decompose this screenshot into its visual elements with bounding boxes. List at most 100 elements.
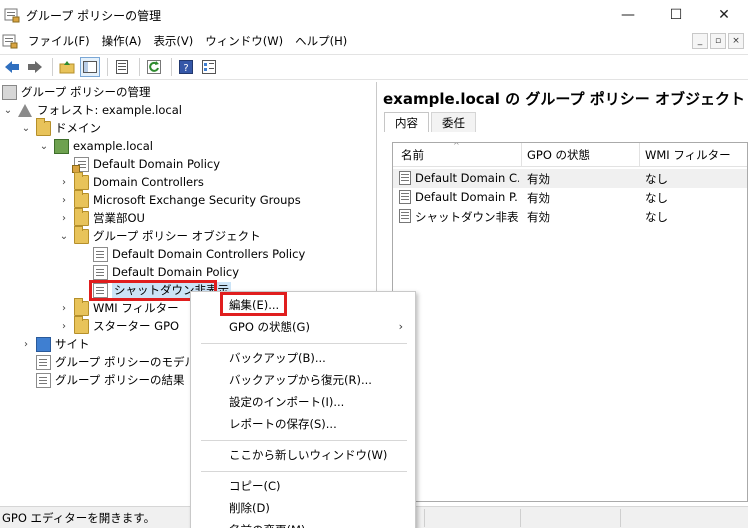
status-divider [424,509,425,527]
menu-separator [201,440,407,441]
tree-label: グループ ポリシーの管理 [21,85,151,99]
menu-file[interactable]: ファイル(F) [22,30,96,52]
svg-text:?: ? [183,63,188,74]
gpo-icon [93,246,108,262]
details-tabs: 内容 委任 [384,112,478,132]
mdi-close-button[interactable]: × [728,33,744,49]
menu-item-import[interactable]: 設定のインポート(I)... [191,391,417,413]
maximize-button[interactable]: ☐ [652,0,700,30]
menu-item-restore[interactable]: バックアップから復元(R)... [191,369,417,391]
mdi-restore-button[interactable]: ▫ [710,33,726,49]
tree-item-domain-controllers[interactable]: › Domain Controllers [58,171,204,191]
context-menu: 編集(E)... GPO の状態(G) › バックアップ(B)... バックアッ… [190,291,416,528]
tree-label: Default Domain Policy [93,157,221,171]
mdi-minimize-button[interactable]: _ [692,33,708,49]
tree-item-wmi[interactable]: › WMI フィルター [58,297,179,317]
column-divider[interactable] [521,143,522,167]
help-icon[interactable]: ? [176,57,196,77]
tab-contents[interactable]: 内容 [384,112,429,132]
menu-item-save-report[interactable]: レポートの保存(S)... [191,413,417,435]
menu-view[interactable]: 表示(V) [147,30,199,52]
menu-item-delete[interactable]: 削除(D) [191,497,417,519]
column-header-status[interactable]: GPO の状態 [527,147,590,163]
forward-icon[interactable] [25,57,45,77]
minimize-button[interactable]: — [604,0,652,30]
chevron-down-icon[interactable]: ⌄ [38,137,50,155]
menu-bar: ファイル(F) 操作(A) 表示(V) ウィンドウ(W) ヘルプ(H) _ ▫ … [0,30,748,52]
tree-item-forest[interactable]: ⌄ フォレスト: example.local [2,101,182,119]
chevron-right-icon[interactable]: › [58,191,70,209]
chevron-right-icon[interactable]: › [20,335,32,353]
list-item[interactable]: Default Domain P... 有効 なし [393,188,747,207]
tree-label: サイト [55,337,90,351]
tree-item-exchange-groups[interactable]: › Microsoft Exchange Security Groups [58,189,301,209]
wmi-folder-icon [74,297,89,316]
menu-help[interactable]: ヘルプ(H) [289,30,353,52]
tree-item-domain[interactable]: ⌄ example.local [38,137,153,155]
tree-item-sales-ou[interactable]: › 営業部OU [58,207,145,227]
tree-label: スターター GPO [93,319,180,333]
gpo-link-icon [72,156,89,173]
up-folder-icon[interactable] [57,57,77,77]
tree-item-ddp-link[interactable]: Default Domain Policy [72,155,221,173]
ou-folder-icon [74,171,89,190]
forest-icon [18,103,33,118]
column-header-wmi[interactable]: WMI フィルター [645,147,731,163]
gpo-icon [399,190,411,204]
cell-status: 有効 [527,210,550,224]
status-divider [520,509,521,527]
title-bar: グループ ポリシーの管理 — ☐ ✕ [0,0,748,30]
menu-item-label: GPO の状態(G) [229,320,310,334]
ou-folder-icon [74,189,89,208]
chevron-down-icon[interactable]: ⌄ [58,227,70,245]
tree-item-results[interactable]: グループ ポリシーの結果 [36,371,184,389]
menu-item-rename[interactable]: 名前の変更(M) [191,519,417,528]
show-hide-tree-icon[interactable] [80,57,100,77]
results-icon [36,372,51,388]
details-title: example.local の グループ ポリシー オブジェクト [383,90,745,108]
menu-separator [201,471,407,472]
menu-item-backup[interactable]: バックアップ(B)... [191,347,417,369]
column-header-name[interactable]: 名前 [401,147,424,163]
menu-action[interactable]: 操作(A) [96,30,148,52]
tree-item-starter-gpo[interactable]: › スターター GPO [58,315,180,335]
system-menu-icon[interactable] [2,33,18,49]
chevron-right-icon[interactable]: › [58,317,70,335]
toolbar-separator [139,58,140,76]
chevron-down-icon[interactable]: ⌄ [2,101,14,119]
chevron-down-icon[interactable]: ⌄ [20,119,32,137]
close-button[interactable]: ✕ [700,0,748,30]
list-item[interactable]: シャットダウン非表示 有効 なし [393,207,747,226]
cell-wmi: なし [645,191,668,205]
gpo-icon [399,171,411,185]
modeling-icon [36,354,51,370]
properties-icon[interactable] [112,57,132,77]
tree-item-gpo-ddcp[interactable]: Default Domain Controllers Policy [93,245,305,263]
list-item[interactable]: Default Domain C... 有効 なし [393,169,747,188]
tree-item-gpo-ddp[interactable]: Default Domain Policy [93,263,239,281]
refresh-icon[interactable] [144,57,164,77]
tree-item-gpo-container[interactable]: ⌄ グループ ポリシー オブジェクト [58,225,261,245]
menu-item-copy[interactable]: コピー(C) [191,475,417,497]
menu-item-gpo-status[interactable]: GPO の状態(G) › [191,316,417,338]
tree-item-root[interactable]: グループ ポリシーの管理 [2,83,150,101]
tree-label: Default Domain Controllers Policy [112,247,306,261]
menu-item-new-window[interactable]: ここから新しいウィンドウ(W) [191,444,417,466]
gpo-icon [399,209,411,223]
tab-delegation[interactable]: 委任 [431,112,476,132]
chevron-right-icon[interactable]: › [58,173,70,191]
column-divider[interactable] [639,143,640,167]
cell-status: 有効 [527,172,550,186]
chevron-right-icon[interactable]: › [58,209,70,227]
back-icon[interactable] [2,57,22,77]
menu-window[interactable]: ウィンドウ(W) [199,30,289,52]
tree-item-domains[interactable]: ⌄ ドメイン [20,117,101,137]
sites-icon [36,336,51,352]
view-icon[interactable] [199,57,219,77]
toolbar: ? [0,54,748,80]
gpo-list[interactable]: ^ 名前 GPO の状態 WMI フィルター Default Domain C.… [392,142,748,502]
chevron-right-icon[interactable]: › [58,299,70,317]
tree-item-sites[interactable]: › サイト [20,335,90,353]
list-header: ^ 名前 GPO の状態 WMI フィルター [393,143,747,167]
tree-label: Domain Controllers [93,175,204,189]
